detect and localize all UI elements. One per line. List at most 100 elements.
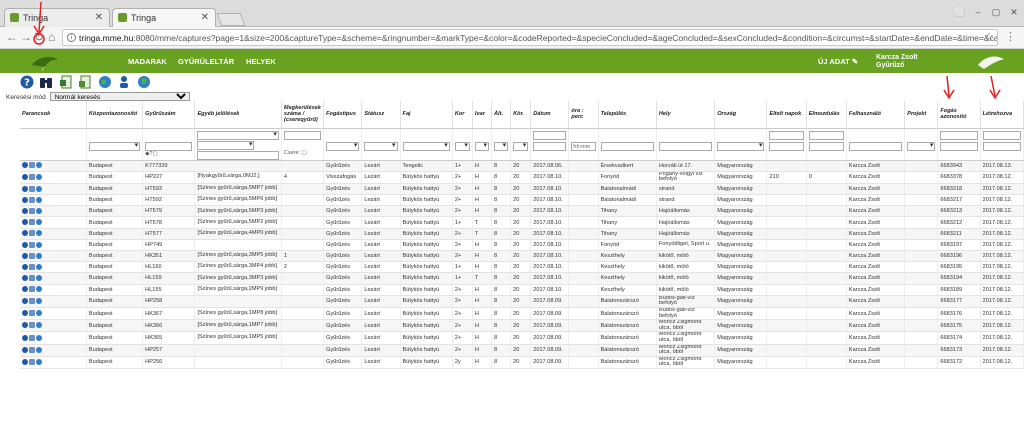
time-filter-input[interactable]: hh:mm (571, 141, 596, 151)
profile-icon[interactable]: ⬜ (954, 7, 966, 18)
new-data-button[interactable]: ÚJ ADAT ✎ (818, 57, 858, 66)
filter-select[interactable] (494, 141, 509, 151)
column-header[interactable]: Dátum (530, 101, 570, 129)
view-icon[interactable] (22, 252, 28, 259)
filter-input[interactable] (533, 130, 567, 140)
edit-doc-icon[interactable] (29, 230, 35, 237)
column-header[interactable]: Ország (714, 101, 768, 129)
filter-input[interactable] (658, 141, 713, 151)
table-row[interactable]: Budapest HL159 [Színes gyűrű,sárga,3MP3 jo… (20, 272, 1024, 285)
table-row[interactable]: Budapest HL155 [Színes gyűrű,sárga,2MP9 jo… (20, 284, 1024, 296)
table-row[interactable]: Budapest HP258 Gyűrűzés Lezárt Bütykös hatty… (20, 295, 1024, 308)
map-icon[interactable] (36, 275, 42, 282)
column-header[interactable]: Kor (452, 101, 473, 129)
column-header[interactable]: Létrehozva (980, 101, 1024, 129)
map-icon[interactable] (36, 208, 42, 215)
filter-input[interactable] (808, 141, 844, 151)
maximize-icon[interactable]: ▢ (990, 7, 1002, 18)
column-header[interactable]: Hely (656, 101, 716, 129)
minimize-icon[interactable]: – (972, 7, 984, 17)
map-icon[interactable] (36, 334, 42, 341)
edit-doc-icon[interactable] (29, 298, 35, 305)
map-icon[interactable] (36, 286, 42, 293)
browser-tab-1[interactable]: Tringa ✕ (4, 8, 110, 28)
globe-icon[interactable] (98, 75, 112, 89)
view-icon[interactable] (22, 334, 28, 341)
reload-icon[interactable]: ↻ (34, 30, 44, 44)
view-icon[interactable] (22, 208, 28, 215)
binoculars-icon[interactable] (39, 75, 53, 89)
edit-doc-icon[interactable] (29, 334, 35, 341)
map-icon[interactable] (36, 230, 42, 237)
edit-doc-icon[interactable] (29, 185, 35, 192)
filter-input[interactable] (808, 130, 844, 140)
filter-select[interactable] (513, 141, 529, 151)
table-row[interactable]: Budapest HK366 [Színes gyűrű,sárga,1MP7 jo… (20, 319, 1024, 333)
filter-select[interactable] (197, 130, 279, 140)
table-row[interactable]: Budapest HP227 [Nyakgyűrű,sárga,0MJ2,] 4 Vis… (20, 171, 1024, 184)
column-header[interactable]: Egyéb jelölések (194, 101, 282, 129)
column-header[interactable]: Parancsok (20, 101, 87, 129)
column-header[interactable]: Gyűrűszám (142, 101, 196, 129)
browser-tab-2[interactable]: Tringa ✕ (112, 8, 216, 28)
table-row[interactable]: Budapest HP749 Gyűrűzés Lezárt Bütykös hatty… (20, 239, 1024, 252)
filter-input[interactable] (145, 141, 193, 151)
view-icon[interactable] (22, 286, 28, 293)
edit-doc-icon[interactable] (29, 346, 35, 353)
view-icon[interactable] (22, 241, 28, 248)
back-icon[interactable]: ← (6, 30, 18, 44)
filter-input[interactable] (940, 130, 978, 140)
close-tab-icon[interactable]: ✕ (95, 12, 103, 23)
view-icon[interactable] (22, 230, 28, 237)
view-icon[interactable] (22, 298, 28, 305)
view-icon[interactable] (22, 275, 28, 282)
filter-input[interactable] (283, 130, 322, 140)
close-window-icon[interactable]: ✕ (1008, 7, 1020, 18)
column-header[interactable]: Projekt (904, 101, 939, 129)
filter-select[interactable] (907, 141, 936, 151)
browser-menu-icon[interactable]: ⋮ (1005, 30, 1016, 43)
bookmark-star-icon[interactable]: ☆ (984, 30, 994, 43)
map-icon[interactable] (36, 174, 42, 181)
edit-doc-icon[interactable] (29, 208, 35, 215)
filter-select[interactable] (402, 141, 450, 151)
filter-input[interactable] (982, 130, 1021, 140)
view-icon[interactable] (22, 219, 28, 226)
filter-input[interactable] (533, 141, 567, 151)
column-header[interactable]: Kör. (510, 101, 532, 129)
filter-input[interactable] (982, 141, 1021, 151)
edit-doc-icon[interactable] (29, 359, 35, 366)
filter-input[interactable] (940, 141, 978, 151)
map-icon[interactable] (36, 310, 42, 317)
map-icon[interactable] (36, 298, 42, 305)
table-row[interactable]: Budapest HT592 [Színes gyűrű,sárga,5MP6 jo… (20, 194, 1024, 207)
map-globe-icon[interactable] (137, 75, 151, 89)
new-tab-button[interactable] (216, 13, 246, 26)
filter-input[interactable] (197, 150, 279, 159)
edit-doc-icon[interactable] (29, 219, 35, 226)
filter-select[interactable] (454, 141, 470, 151)
export-csv-icon[interactable] (78, 75, 92, 89)
view-icon[interactable] (22, 174, 28, 181)
table-row[interactable]: Budapest HL160 [Színes gyűrű,sárga,3MP4 jo… (20, 261, 1024, 274)
view-icon[interactable] (22, 322, 28, 329)
table-row[interactable]: Budapest HK367 [Színes gyűrű,sárga,1MP8 jo… (20, 307, 1024, 321)
map-icon[interactable] (36, 162, 42, 169)
view-icon[interactable] (22, 196, 28, 203)
nav-helyek[interactable]: HELYEK (246, 57, 276, 66)
view-icon[interactable] (22, 346, 28, 353)
map-icon[interactable] (36, 185, 42, 192)
view-icon[interactable] (22, 310, 28, 317)
map-icon[interactable] (36, 322, 42, 329)
filter-select[interactable] (88, 141, 141, 151)
edit-doc-icon[interactable] (29, 286, 35, 293)
map-icon[interactable] (36, 252, 42, 259)
filter-option-icon[interactable]: ◆?▢ (145, 151, 192, 157)
column-header[interactable]: Megkerülések száma / (csereqyűrű) (281, 101, 325, 129)
exchange-checkbox[interactable]: Csere: ▢ (284, 150, 321, 156)
help-icon[interactable]: ? (20, 75, 34, 89)
view-icon[interactable] (22, 359, 28, 366)
column-header[interactable]: óra : perc (568, 101, 599, 129)
filter-input[interactable] (769, 130, 804, 140)
filter-select[interactable] (197, 140, 255, 150)
